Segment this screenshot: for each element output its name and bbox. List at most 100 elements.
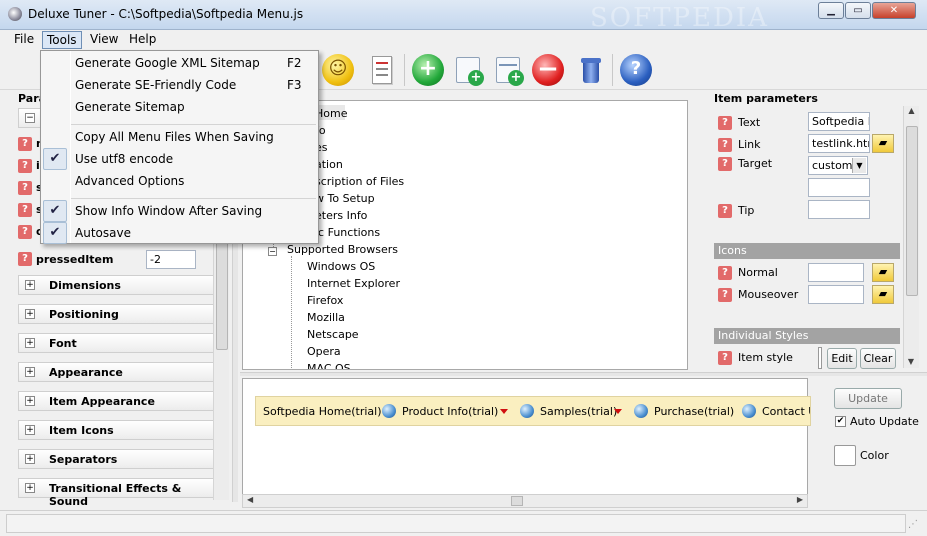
menu-item-show-info-window[interactable]: Show Info Window After Saving	[75, 204, 262, 218]
expand-icon: +	[25, 280, 35, 290]
text-input[interactable]: Softpedia Ho	[808, 112, 870, 131]
folder-icon[interactable]: ▰	[872, 134, 894, 153]
tree-node[interactable]: eters Info	[315, 209, 367, 222]
preview-menu: Softpedia Home(trial) Product Info(trial…	[255, 396, 811, 426]
tip-input[interactable]	[808, 200, 870, 219]
target-select[interactable]: custom ▼	[808, 156, 868, 175]
normal-icon-label: Normal	[738, 266, 778, 279]
close-button[interactable]: ✕	[872, 2, 916, 19]
trash-icon[interactable]	[574, 54, 606, 86]
collapse-icon[interactable]: −	[268, 247, 277, 256]
menu-item-use-utf8-encode[interactable]: Use utf8 encode	[75, 152, 173, 166]
tree-node[interactable]: Mozilla	[307, 311, 345, 324]
color-label: Color	[860, 449, 889, 462]
globe-icon	[742, 404, 756, 418]
window-title: Deluxe Tuner - C:\Softpedia\Softpedia Me…	[28, 7, 304, 21]
tree-node[interactable]: Opera	[307, 345, 341, 358]
menu-item-advanced-options[interactable]: Advanced Options	[75, 174, 184, 188]
tree-node[interactable]: w To Setup	[315, 192, 375, 205]
link-input[interactable]: testlink.htm	[808, 134, 870, 153]
list-icon[interactable]	[366, 54, 398, 86]
tree-node[interactable]: ation	[315, 158, 343, 171]
preview-area: Softpedia Home(trial) Product Info(trial…	[242, 378, 811, 496]
help-icon: ?	[718, 116, 732, 130]
preview-menu-item[interactable]: Softpedia Home(trial)	[263, 405, 382, 418]
add-item-icon[interactable]: +	[412, 54, 444, 86]
tree-node[interactable]: ic Functions	[315, 226, 380, 239]
resize-grip-icon[interactable]: ⋰	[908, 519, 918, 530]
clear-button[interactable]: Clear	[860, 348, 896, 369]
help-icon: ?	[718, 266, 732, 280]
smiley-icon[interactable]: ☺	[322, 54, 354, 86]
check-icon: ✔	[43, 222, 67, 244]
help-icon: ?	[718, 204, 732, 218]
check-icon: ✔	[43, 200, 67, 222]
normal-icon-input[interactable]	[808, 263, 864, 282]
globe-icon	[382, 404, 396, 418]
preview-hscrollbar[interactable]: ◀ ▶	[242, 494, 808, 508]
preview-menu-item[interactable]: Product Info(trial)	[402, 405, 498, 418]
help-icon: ?	[718, 351, 732, 365]
target-custom-input[interactable]	[808, 178, 870, 197]
group-item-icons[interactable]: + Item Icons	[18, 420, 216, 440]
expand-icon: +	[25, 454, 35, 464]
update-button[interactable]: Update	[834, 388, 902, 409]
icons-section-header: Icons	[714, 243, 900, 259]
help-icon: ?	[18, 159, 32, 173]
menu-item-copy-all-menu-files[interactable]: Copy All Menu Files When Saving	[75, 130, 274, 144]
pressed-item-row: ? pressedItem -2	[18, 249, 218, 269]
group-dimensions[interactable]: + Dimensions	[18, 275, 216, 295]
group-appearance[interactable]: + Appearance	[18, 362, 216, 382]
menu-file[interactable]: File	[10, 31, 38, 49]
preview-menu-item[interactable]: Contact U	[762, 405, 810, 418]
tree-node[interactable]: Supported Browsers	[287, 243, 398, 256]
tree-node[interactable]: MAC OS	[307, 362, 351, 369]
group-item-appearance[interactable]: + Item Appearance	[18, 391, 216, 411]
menu-item-generate-se-friendly-code[interactable]: Generate SE-Friendly Code	[75, 78, 236, 92]
group-label: Item Appearance	[49, 395, 155, 408]
color-swatch[interactable]	[834, 445, 856, 466]
menu-item-autosave[interactable]: Autosave	[75, 226, 131, 240]
add-page-icon[interactable]: +	[454, 54, 486, 86]
auto-update-checkbox[interactable]: ✔	[835, 416, 846, 427]
item-parameters-panel: Item parameters ? Text Softpedia Ho ? Li…	[708, 90, 919, 375]
status-field	[6, 514, 906, 533]
tree-node[interactable]: scription of Files	[315, 175, 404, 188]
mouseover-icon-input[interactable]	[808, 285, 864, 304]
help-icon: ?	[718, 138, 732, 152]
tree-node[interactable]: Home	[315, 107, 347, 120]
item-parameters-scrollbar[interactable]: ▲ ▼	[903, 106, 919, 368]
menu-item-generate-sitemap[interactable]: Generate Sitemap	[75, 100, 185, 114]
menu-view[interactable]: View	[86, 31, 122, 49]
add-subpage-icon[interactable]: +	[494, 54, 526, 86]
tree-node[interactable]: Netscape	[307, 328, 359, 341]
menu-tools[interactable]: Tools	[42, 31, 82, 49]
edit-button[interactable]: Edit	[827, 348, 857, 369]
group-transitional-effects[interactable]: + Transitional Effects & Sound	[18, 478, 216, 508]
minimize-button[interactable]: ▁	[818, 2, 844, 19]
maximize-button[interactable]: ▭	[845, 2, 871, 19]
delete-icon[interactable]: −	[532, 54, 564, 86]
item-style-swatch[interactable]	[818, 347, 822, 369]
group-separators[interactable]: + Separators	[18, 449, 216, 469]
tree-node[interactable]: Windows OS	[307, 260, 375, 273]
folder-icon[interactable]: ▰	[872, 285, 894, 304]
tree-scrollbar[interactable]: ▲ ▼	[687, 101, 688, 370]
pressed-item-input[interactable]: -2	[146, 250, 196, 269]
group-font[interactable]: + Font	[18, 333, 216, 353]
preview-menu-item[interactable]: Purchase(trial)	[654, 405, 734, 418]
group-positioning[interactable]: + Positioning	[18, 304, 216, 324]
folder-icon[interactable]: ▰	[872, 263, 894, 282]
tree-node[interactable]: Internet Explorer	[307, 277, 400, 290]
group-label: Separators	[49, 453, 118, 466]
menu-help[interactable]: Help	[125, 31, 160, 49]
expand-icon: +	[25, 425, 35, 435]
preview-menu-item[interactable]: Samples(trial)	[540, 405, 617, 418]
watermark: SOFTPEDIA	[590, 3, 769, 33]
tree-node[interactable]: Firefox	[307, 294, 343, 307]
help-icon[interactable]: ?	[620, 54, 652, 86]
expand-icon: +	[25, 396, 35, 406]
toolbar-separator	[612, 54, 613, 86]
horizontal-splitter[interactable]	[240, 372, 927, 376]
menu-item-generate-xml-sitemap[interactable]: Generate Google XML Sitemap	[75, 56, 260, 70]
